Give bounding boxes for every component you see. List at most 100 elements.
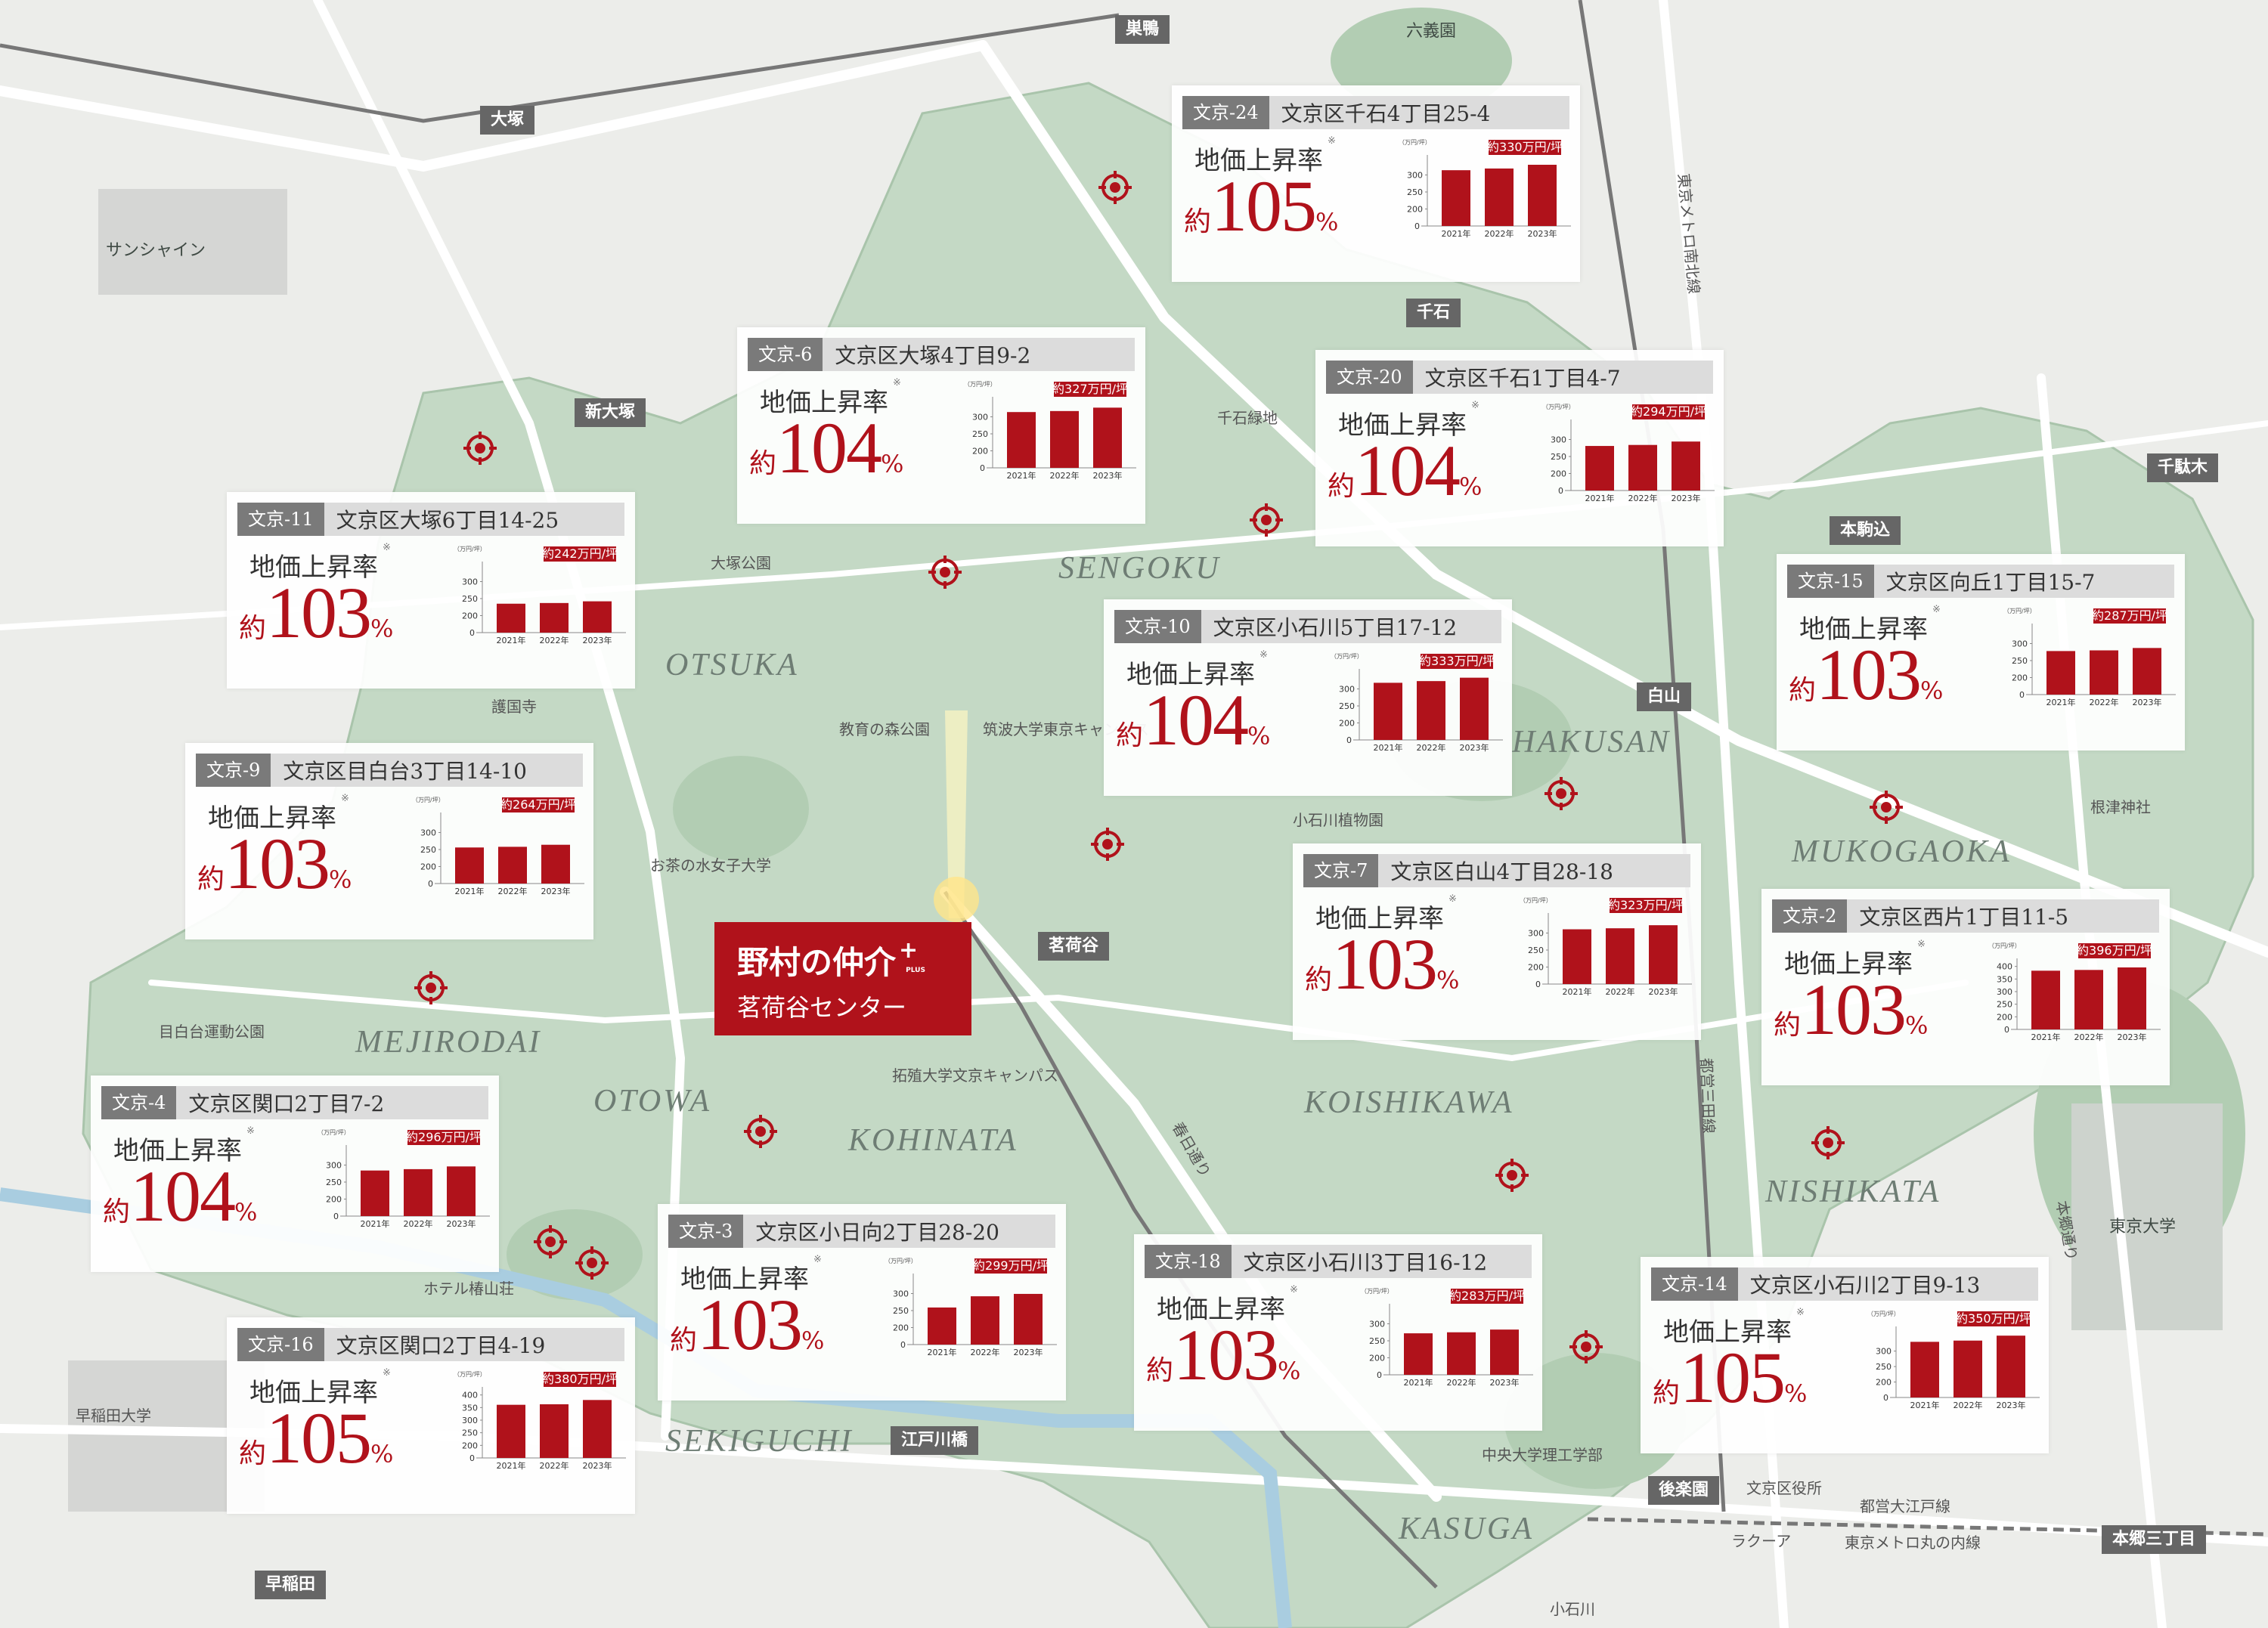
chart-y-tick: 300 (462, 577, 478, 587)
chart-x-tick: 2023年 (1997, 1400, 2026, 1410)
card-header: 文京-16 文京区関口2丁目4-19 (237, 1328, 624, 1361)
chart-price-label: 約327万円/坪 (1052, 382, 1128, 396)
rate-number: 103 (1801, 969, 1907, 1050)
card-header: 文京-15 文京区向丘1丁目15-7 (1787, 565, 2174, 598)
chart-y-zero: 0 (900, 1340, 906, 1350)
card-header: 文京-11 文京区大塚6丁目14-25 (237, 503, 624, 536)
nomura-myogadani-center[interactable]: 野村の仲介 +PLUS 茗荷谷センター (714, 922, 971, 1035)
chart-x-tick: 2021年 (1563, 986, 1592, 997)
price-card[interactable]: 文京-6 文京区大塚4丁目9-2 地価上昇率 ※ 約104% （万円/坪） 300 250 20… (737, 327, 1145, 524)
rate-approx: 約 (239, 613, 267, 644)
chart-price-label: 約242万円/坪 (542, 546, 618, 561)
location-marker-icon[interactable] (1250, 503, 1283, 537)
location-marker-icon[interactable] (1495, 1159, 1529, 1192)
price-card[interactable]: 文京-15 文京区向丘1丁目15-7 地価上昇率 ※ 約103% （万円/坪） 300 250… (1777, 554, 2185, 751)
chart-y-tick: 200 (2012, 673, 2028, 683)
chart-x-tick: 2021年 (497, 635, 526, 645)
note-mark: ※ (1796, 1307, 1805, 1318)
rate-value: 約105% (1184, 170, 1338, 243)
chart-y-tick: 300 (1407, 171, 1423, 181)
location-marker-icon[interactable] (575, 1246, 609, 1280)
chart-bar (541, 844, 570, 884)
card-code: 文京-10 (1114, 610, 1201, 643)
chart-bar (583, 1400, 612, 1458)
area-name-nishikata: NISHIKATA (1765, 1175, 1941, 1209)
chart-price-label: 約350万円/坪 (1956, 1311, 2031, 1326)
location-marker-icon[interactable] (1569, 1330, 1603, 1363)
place-chinzanso: ホテル椿山荘 (423, 1280, 514, 1298)
place-bunkyo-ward-office: 文京区役所 (1746, 1479, 1822, 1497)
price-card[interactable]: 文京-10 文京区小石川5丁目17-12 地価上昇率 ※ 約104% （万円/坪） 300 2… (1104, 599, 1512, 796)
price-card[interactable]: 文京-3 文京区小日向2丁目28-20 地価上昇率 ※ 約103% （万円/坪） 300 25… (658, 1204, 1066, 1401)
chart-bar (2074, 970, 2103, 1029)
chart-y-tick: 200 (1369, 1354, 1385, 1363)
chart-x-tick: 2023年 (583, 635, 612, 645)
price-card[interactable]: 文京-18 文京区小石川3丁目16-12 地価上昇率 ※ 約103% （万円/坪） 300 2… (1134, 1234, 1542, 1431)
chart-bar (540, 602, 569, 633)
area-name-sengoku: SENGOKU (1058, 551, 1221, 586)
rate-value: 約103% (1146, 1319, 1300, 1391)
location-marker-icon[interactable] (1545, 777, 1578, 810)
chart-bar (1404, 1333, 1433, 1375)
station-otsuka: 大塚 (480, 106, 535, 135)
price-card[interactable]: 文京-11 文京区大塚6丁目14-25 地価上昇率 ※ 約103% （万円/坪） 300 25… (227, 492, 635, 689)
chart-y-zero: 0 (1535, 980, 1541, 989)
chart-bar (1093, 407, 1122, 468)
chart-y-tick: 250 (1339, 701, 1355, 711)
location-marker-icon[interactable] (414, 971, 448, 1004)
chart-x-tick: 2023年 (2118, 1032, 2147, 1042)
location-marker-icon[interactable] (1098, 171, 1132, 204)
rate-percent: % (329, 865, 352, 894)
chart-bar (1490, 1329, 1519, 1375)
chart-y-tick: 300 (1369, 1320, 1385, 1329)
chart-unit: （万円/坪） (1988, 942, 2021, 949)
location-marker-icon[interactable] (928, 556, 962, 589)
chart-y-tick: 250 (1369, 1336, 1385, 1346)
card-address: 文京区西片1丁目11-5 (1859, 905, 2069, 930)
location-marker-icon[interactable] (463, 432, 497, 465)
chart-bar (1606, 928, 1634, 984)
rate-approx: 約 (1146, 1355, 1174, 1386)
chart-x-tick: 2022年 (1447, 1377, 1476, 1388)
chart-y-tick: 200 (462, 1441, 478, 1450)
price-card[interactable]: 文京-16 文京区関口2丁目4-19 地価上昇率 ※ 約105% （万円/坪） 400 350… (227, 1317, 635, 1514)
chart-y-tick: 250 (1551, 452, 1566, 462)
note-mark: ※ (383, 542, 391, 553)
price-card[interactable]: 文京-14 文京区小石川2丁目9-13 地価上昇率 ※ 約105% （万円/坪） 300 25… (1641, 1257, 2049, 1453)
chart-bar (2090, 650, 2118, 695)
chart-bar (1528, 165, 1557, 226)
price-card[interactable]: 文京-9 文京区目白台3丁目14-10 地価上昇率 ※ 約103% （万円/坪） 300 25… (185, 743, 593, 939)
note-mark: ※ (1932, 604, 1941, 615)
card-header: 文京-4 文京区関口2丁目7-2 (101, 1086, 488, 1119)
chart-y-tick: 300 (1528, 929, 1544, 939)
note-mark: ※ (1290, 1284, 1298, 1295)
card-address: 文京区千石1丁目4-7 (1424, 366, 1621, 391)
location-marker-icon[interactable] (1811, 1126, 1845, 1159)
price-card[interactable]: 文京-2 文京区西片1丁目11-5 地価上昇率 ※ 約103% （万円/坪） 400 350 3… (1761, 889, 2170, 1085)
chart-y-zero: 0 (1346, 735, 1352, 745)
chart-unit: （万円/坪） (318, 1129, 350, 1136)
center-name: 茗荷谷センター (737, 993, 907, 1022)
location-marker-icon[interactable] (744, 1115, 777, 1148)
card-code: 文京-9 (196, 754, 271, 787)
chart-x-tick: 2022年 (1485, 228, 1514, 239)
location-marker-icon[interactable] (1091, 828, 1124, 861)
rate-number: 105 (1211, 166, 1317, 246)
chart-price-label: 約283万円/坪 (1449, 1289, 1525, 1303)
price-card[interactable]: 文京-7 文京区白山4丁目28-18 地価上昇率 ※ 約103% （万円/坪） 300 250… (1293, 843, 1701, 1040)
price-card[interactable]: 文京-24 文京区千石4丁目25-4 地価上昇率 ※ 約105% （万円/坪） 300 250… (1172, 85, 1580, 282)
price-card[interactable]: 文京-4 文京区関口2丁目7-2 地価上昇率 ※ 約104% （万円/坪） 300 250 20… (91, 1076, 499, 1272)
location-marker-icon[interactable] (534, 1225, 567, 1258)
chart-y-zero: 0 (428, 879, 433, 889)
place-ochanomizu-univ: お茶の水女子大学 (650, 856, 771, 874)
location-marker-icon[interactable] (1870, 791, 1903, 824)
chart-y-tick: 200 (893, 1323, 909, 1333)
card-header: 文京-3 文京区小日向2丁目28-20 (668, 1215, 1055, 1248)
price-card[interactable]: 文京-20 文京区千石1丁目4-7 地価上昇率 ※ 約104% （万円/坪） 300 250 2… (1315, 350, 1724, 546)
chart-unit: （万円/坪） (964, 381, 996, 388)
chart-y-tick: 400 (1997, 962, 2012, 972)
chart-price-label: 約264万円/坪 (500, 797, 576, 812)
chart-y-tick: 200 (420, 862, 436, 872)
chart-bar (455, 847, 484, 884)
place-nezu-shrine: 根津神社 (2090, 798, 2151, 816)
